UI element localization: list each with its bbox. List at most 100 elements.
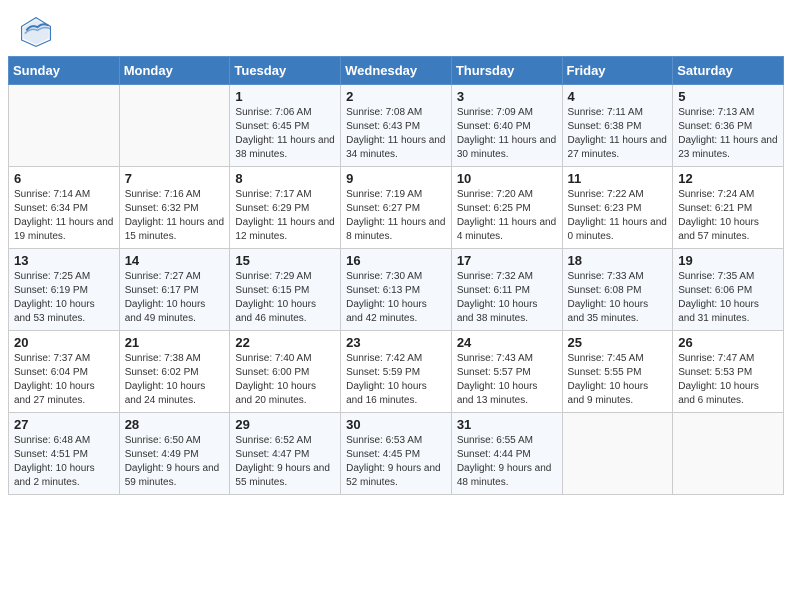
day-number: 27: [14, 417, 114, 432]
calendar-cell: 5 Sunrise: 7:13 AMSunset: 6:36 PMDaylight…: [673, 85, 784, 167]
day-number: 25: [568, 335, 668, 350]
calendar-cell: [119, 85, 230, 167]
day-info: Sunrise: 7:35 AMSunset: 6:06 PMDaylight:…: [678, 270, 778, 326]
calendar-cell: 27 Sunrise: 6:48 AMSunset: 4:51 PMDayligh…: [9, 413, 120, 495]
day-number: 29: [235, 417, 335, 432]
calendar-cell: 23 Sunrise: 7:42 AMSunset: 5:59 PMDayligh…: [341, 331, 452, 413]
calendar-cell: 17 Sunrise: 7:32 AMSunset: 6:11 PMDayligh…: [451, 249, 562, 331]
day-info: Sunrise: 7:27 AMSunset: 6:17 PMDaylight:…: [125, 270, 225, 326]
day-number: 22: [235, 335, 335, 350]
day-number: 31: [457, 417, 557, 432]
weekday-header-thursday: Thursday: [451, 57, 562, 85]
logo: [20, 16, 56, 48]
day-number: 14: [125, 253, 225, 268]
day-info: Sunrise: 7:42 AMSunset: 5:59 PMDaylight:…: [346, 352, 446, 408]
day-info: Sunrise: 7:33 AMSunset: 6:08 PMDaylight:…: [568, 270, 668, 326]
calendar-table: SundayMondayTuesdayWednesdayThursdayFrid…: [8, 56, 784, 495]
day-info: Sunrise: 7:38 AMSunset: 6:02 PMDaylight:…: [125, 352, 225, 408]
calendar-cell: 21 Sunrise: 7:38 AMSunset: 6:02 PMDayligh…: [119, 331, 230, 413]
calendar-cell: 18 Sunrise: 7:33 AMSunset: 6:08 PMDayligh…: [562, 249, 673, 331]
day-number: 7: [125, 171, 225, 186]
calendar-cell: 19 Sunrise: 7:35 AMSunset: 6:06 PMDayligh…: [673, 249, 784, 331]
day-number: 8: [235, 171, 335, 186]
calendar-week-3: 13 Sunrise: 7:25 AMSunset: 6:19 PMDayligh…: [9, 249, 784, 331]
day-info: Sunrise: 6:50 AMSunset: 4:49 PMDaylight:…: [125, 434, 225, 490]
weekday-header-tuesday: Tuesday: [230, 57, 341, 85]
weekday-header-friday: Friday: [562, 57, 673, 85]
calendar-cell: 22Sunrise: 7:40 AMSunset: 6:00 PMDayligh…: [230, 331, 341, 413]
calendar-cell: 2 Sunrise: 7:08 AMSunset: 6:43 PMDaylight…: [341, 85, 452, 167]
calendar-cell: 15 Sunrise: 7:29 AMSunset: 6:15 PMDayligh…: [230, 249, 341, 331]
calendar-week-5: 27 Sunrise: 6:48 AMSunset: 4:51 PMDayligh…: [9, 413, 784, 495]
day-number: 19: [678, 253, 778, 268]
calendar-cell: 31Sunrise: 6:55 AMSunset: 4:44 PMDayligh…: [451, 413, 562, 495]
calendar-week-4: 20 Sunrise: 7:37 AMSunset: 6:04 PMDayligh…: [9, 331, 784, 413]
calendar-week-2: 6Sunrise: 7:14 AMSunset: 6:34 PMDaylight…: [9, 167, 784, 249]
day-info: Sunrise: 7:11 AMSunset: 6:38 PMDaylight:…: [568, 106, 668, 162]
day-number: 5: [678, 89, 778, 104]
calendar-cell: 1Sunrise: 7:06 AMSunset: 6:45 PMDaylight…: [230, 85, 341, 167]
day-info: Sunrise: 7:19 AMSunset: 6:27 PMDaylight:…: [346, 188, 446, 244]
day-number: 9: [346, 171, 446, 186]
calendar-cell: 6Sunrise: 7:14 AMSunset: 6:34 PMDaylight…: [9, 167, 120, 249]
calendar-cell: 16Sunrise: 7:30 AMSunset: 6:13 PMDayligh…: [341, 249, 452, 331]
calendar-cell: 20 Sunrise: 7:37 AMSunset: 6:04 PMDayligh…: [9, 331, 120, 413]
calendar-cell: 7 Sunrise: 7:16 AMSunset: 6:32 PMDaylight…: [119, 167, 230, 249]
calendar-cell: 3 Sunrise: 7:09 AMSunset: 6:40 PMDaylight…: [451, 85, 562, 167]
day-number: 23: [346, 335, 446, 350]
calendar-cell: 24 Sunrise: 7:43 AMSunset: 5:57 PMDayligh…: [451, 331, 562, 413]
day-number: 10: [457, 171, 557, 186]
weekday-header-wednesday: Wednesday: [341, 57, 452, 85]
day-info: Sunrise: 6:53 AMSunset: 4:45 PMDaylight:…: [346, 434, 446, 490]
calendar-cell: 8 Sunrise: 7:17 AMSunset: 6:29 PMDaylight…: [230, 167, 341, 249]
calendar-cell: [9, 85, 120, 167]
calendar-cell: 28 Sunrise: 6:50 AMSunset: 4:49 PMDayligh…: [119, 413, 230, 495]
day-info: Sunrise: 7:24 AMSunset: 6:21 PMDaylight:…: [678, 188, 778, 244]
day-number: 16: [346, 253, 446, 268]
day-info: Sunrise: 7:25 AMSunset: 6:19 PMDaylight:…: [14, 270, 114, 326]
calendar-cell: 10Sunrise: 7:20 AMSunset: 6:25 PMDayligh…: [451, 167, 562, 249]
day-info: Sunrise: 7:22 AMSunset: 6:23 PMDaylight:…: [568, 188, 668, 244]
day-number: 4: [568, 89, 668, 104]
day-number: 15: [235, 253, 335, 268]
day-number: 3: [457, 89, 557, 104]
day-info: Sunrise: 7:47 AMSunset: 5:53 PMDaylight:…: [678, 352, 778, 408]
day-number: 13: [14, 253, 114, 268]
calendar-cell: 30Sunrise: 6:53 AMSunset: 4:45 PMDayligh…: [341, 413, 452, 495]
day-info: Sunrise: 6:48 AMSunset: 4:51 PMDaylight:…: [14, 434, 114, 490]
day-number: 26: [678, 335, 778, 350]
day-info: Sunrise: 7:13 AMSunset: 6:36 PMDaylight:…: [678, 106, 778, 162]
calendar-cell: 25 Sunrise: 7:45 AMSunset: 5:55 PMDayligh…: [562, 331, 673, 413]
day-info: Sunrise: 7:29 AMSunset: 6:15 PMDaylight:…: [235, 270, 335, 326]
day-number: 11: [568, 171, 668, 186]
calendar-cell: 4 Sunrise: 7:11 AMSunset: 6:38 PMDaylight…: [562, 85, 673, 167]
day-number: 24: [457, 335, 557, 350]
day-number: 21: [125, 335, 225, 350]
day-info: Sunrise: 7:43 AMSunset: 5:57 PMDaylight:…: [457, 352, 557, 408]
logo-icon: [20, 16, 52, 48]
calendar-cell: [562, 413, 673, 495]
weekday-header-row: SundayMondayTuesdayWednesdayThursdayFrid…: [9, 57, 784, 85]
day-number: 28: [125, 417, 225, 432]
day-info: Sunrise: 7:17 AMSunset: 6:29 PMDaylight:…: [235, 188, 335, 244]
calendar-week-1: 1Sunrise: 7:06 AMSunset: 6:45 PMDaylight…: [9, 85, 784, 167]
day-number: 2: [346, 89, 446, 104]
calendar-cell: [673, 413, 784, 495]
day-number: 18: [568, 253, 668, 268]
weekday-header-monday: Monday: [119, 57, 230, 85]
day-info: Sunrise: 7:16 AMSunset: 6:32 PMDaylight:…: [125, 188, 225, 244]
day-info: Sunrise: 7:14 AMSunset: 6:34 PMDaylight:…: [14, 188, 114, 244]
calendar-cell: 11 Sunrise: 7:22 AMSunset: 6:23 PMDayligh…: [562, 167, 673, 249]
calendar-cell: 12Sunrise: 7:24 AMSunset: 6:21 PMDayligh…: [673, 167, 784, 249]
day-info: Sunrise: 7:32 AMSunset: 6:11 PMDaylight:…: [457, 270, 557, 326]
weekday-header-saturday: Saturday: [673, 57, 784, 85]
day-number: 17: [457, 253, 557, 268]
day-info: Sunrise: 6:52 AMSunset: 4:47 PMDaylight:…: [235, 434, 335, 490]
day-info: Sunrise: 7:37 AMSunset: 6:04 PMDaylight:…: [14, 352, 114, 408]
day-number: 20: [14, 335, 114, 350]
calendar-cell: 9 Sunrise: 7:19 AMSunset: 6:27 PMDaylight…: [341, 167, 452, 249]
page-header: [0, 0, 792, 56]
day-info: Sunrise: 7:45 AMSunset: 5:55 PMDaylight:…: [568, 352, 668, 408]
day-info: Sunrise: 7:08 AMSunset: 6:43 PMDaylight:…: [346, 106, 446, 162]
day-info: Sunrise: 7:09 AMSunset: 6:40 PMDaylight:…: [457, 106, 557, 162]
